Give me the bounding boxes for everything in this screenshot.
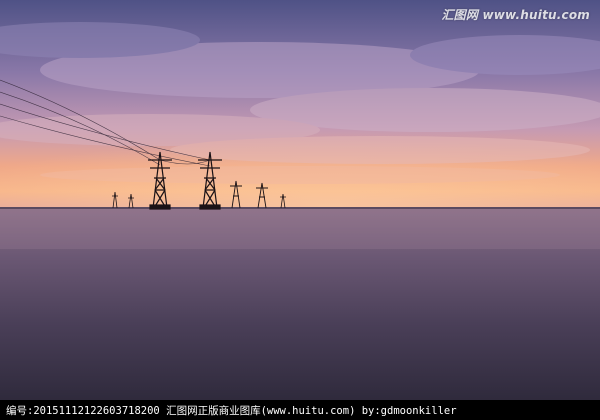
horizon-line	[0, 207, 600, 209]
water-reflection	[0, 209, 600, 249]
caption-text: 编号:20151112122603718200 汇图网正版商业图库(www.hu…	[6, 405, 457, 417]
sunset-scene	[0, 0, 600, 400]
caption-bar: 编号:20151112122603718200 汇图网正版商业图库(www.hu…	[0, 400, 600, 420]
watermark: 汇图网 www.huitu.com	[441, 8, 590, 22]
image-frame: 汇图网 www.huitu.com 编号:2015111212260371820…	[0, 0, 600, 420]
sunset-photo	[0, 0, 600, 400]
